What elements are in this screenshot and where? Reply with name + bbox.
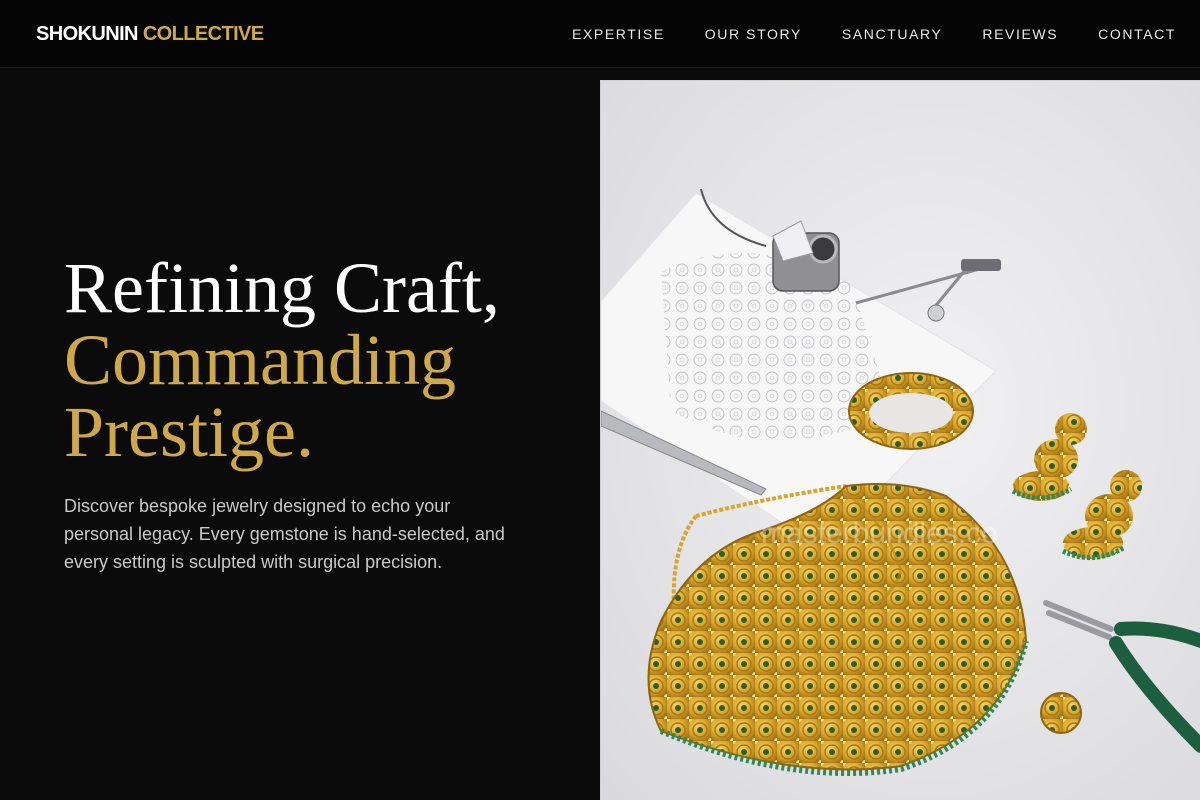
hero-description: Discover bespoke jewelry designed to ech… [64,496,505,572]
nav-link-reviews[interactable]: REVIEWS [982,24,1058,44]
brand-name-primary: SHOKUNIN [36,23,138,45]
brand-name-accent: COLLECTIVE [142,23,264,45]
loupe-lens [808,234,838,264]
site-header: SHOKUNIN COLLECTIVE EXPERTISE OUR STORY … [0,0,1200,68]
headline-line-2: Commanding [64,320,456,400]
hero-jewelry-image: masterbundles.co [600,80,1200,800]
nav-link-expertise[interactable]: EXPERTISE [572,24,665,44]
brand-logo[interactable]: SHOKUNIN COLLECTIVE [36,22,264,46]
compass-hinge [961,259,1001,271]
gold-ring [1040,692,1082,734]
nav-link-our-story[interactable]: OUR STORY [705,24,802,44]
nav-link-sanctuary[interactable]: SANCTUARY [842,24,943,44]
hero-headline: Refining Craft, Commanding Prestige. [64,252,584,468]
headline-line-3: Prestige. [64,392,314,472]
headline-line-1: Refining Craft, [64,248,500,328]
main-nav: EXPERTISE OUR STORY SANCTUARY REVIEWS CO… [572,24,1176,44]
watermark-text: masterbundles.co [761,517,998,550]
nav-link-contact[interactable]: CONTACT [1098,24,1176,44]
